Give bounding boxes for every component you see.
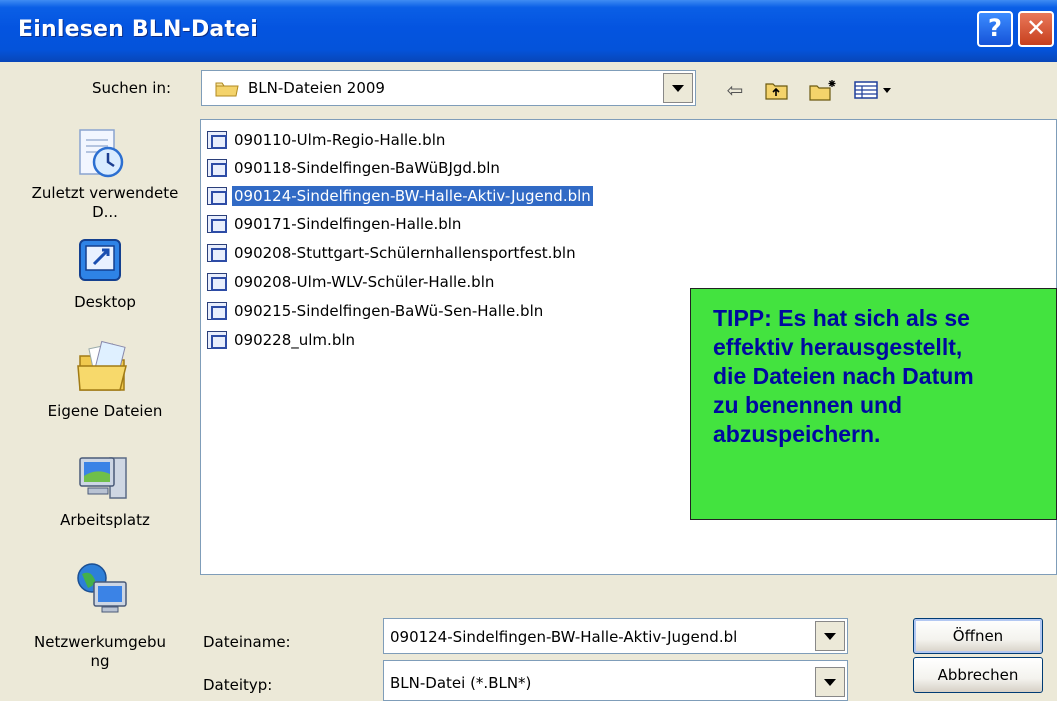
file-item[interactable]: 090110-Ulm-Regio-Halle.bln <box>207 127 447 152</box>
my-computer-icon <box>79 457 127 499</box>
file-item[interactable]: 090215-Sindelfingen-BaWü-Sen-Halle.bln <box>207 298 545 323</box>
my-documents-icon <box>77 340 127 391</box>
title-bar[interactable]: Einlesen BLN-Datei ? ✕ <box>0 0 1057 62</box>
place-my-computer[interactable]: Arbeitsplatz <box>20 511 190 530</box>
folder-new-icon <box>809 80 836 101</box>
tip-line: abzuspeichern. <box>713 421 881 447</box>
folder-up-icon <box>765 83 788 100</box>
file-name: 090110-Ulm-Regio-Halle.bln <box>234 130 446 149</box>
tip-line: effektiv herausgestellt, <box>713 334 963 360</box>
help-button[interactable]: ? <box>977 11 1013 47</box>
views-menu-icon[interactable] <box>852 78 902 102</box>
place-recent[interactable]: Zuletzt verwendete D... <box>20 184 190 222</box>
bln-file-icon <box>207 301 227 320</box>
window-title: Einlesen BLN-Datei <box>18 17 259 42</box>
tip-line: zu benennen und <box>713 392 903 418</box>
bln-file-icon <box>207 186 227 205</box>
file-name: 090118-Sindelfingen-BaWüBJgd.bln <box>234 158 500 177</box>
file-name: 090171-Sindelfingen-Halle.bln <box>234 214 462 233</box>
bln-file-icon <box>207 330 227 349</box>
tip-line: TIPP: Es hat sich als se <box>713 305 970 331</box>
chevron-down-icon[interactable] <box>815 667 845 697</box>
open-button[interactable]: Öffnen <box>913 618 1043 654</box>
tip-line: die Dateien nach Datum <box>713 363 974 389</box>
place-my-documents-label: Eigene Dateien <box>47 402 163 420</box>
place-my-documents[interactable]: Eigene Dateien <box>20 402 190 421</box>
place-desktop[interactable]: Desktop <box>20 293 190 312</box>
view-list-icon <box>854 81 891 99</box>
filetype-combo[interactable]: BLN-Datei (*.BLN*) <box>383 660 848 701</box>
place-network[interactable]: Netzwerkumgebung <box>20 633 180 671</box>
file-item-selected[interactable]: 090124-Sindelfingen-BW-Halle-Aktiv-Jugen… <box>207 183 593 208</box>
tip-callout: TIPP: Es hat sich als se effektiv heraus… <box>690 288 1057 520</box>
lookin-label: Suchen in: <box>92 79 172 97</box>
place-my-computer-label: Arbeitsplatz <box>60 511 150 529</box>
lookin-dropdown[interactable]: BLN-Dateien 2009 <box>201 70 696 106</box>
filetype-value: BLN-Datei (*.BLN*) <box>390 674 532 692</box>
file-name: 090228_ulm.bln <box>234 330 356 349</box>
place-network-label: Netzwerkumgebung <box>34 633 166 670</box>
recent-documents-icon <box>79 129 124 178</box>
bln-file-icon <box>207 130 227 149</box>
filename-combo[interactable]: 090124-Sindelfingen-BW-Halle-Aktiv-Jugen… <box>383 618 848 654</box>
file-item[interactable]: 090118-Sindelfingen-BaWüBJgd.bln <box>207 155 502 180</box>
bln-file-icon <box>207 243 227 262</box>
bln-file-icon <box>207 158 227 177</box>
close-button[interactable]: ✕ <box>1018 11 1054 47</box>
desktop-icon <box>79 239 121 281</box>
chevron-down-icon[interactable] <box>663 73 693 103</box>
file-item[interactable]: 090208-Ulm-WLV-Schüler-Halle.bln <box>207 269 496 294</box>
back-arrow-icon[interactable]: ⇦ <box>722 78 748 102</box>
filetype-label: Dateityp: <box>203 676 273 694</box>
place-recent-label: Zuletzt verwendete D... <box>31 184 179 221</box>
filename-label: Dateiname: <box>203 633 291 651</box>
file-item[interactable]: 090208-Stuttgart-Schülernhallensportfest… <box>207 240 578 265</box>
bln-file-icon <box>207 272 227 291</box>
cancel-button[interactable]: Abbrechen <box>913 657 1043 693</box>
up-folder-icon[interactable] <box>763 78 791 102</box>
file-item[interactable]: 090228_ulm.bln <box>207 327 357 352</box>
file-name: 090215-Sindelfingen-BaWü-Sen-Halle.bln <box>234 301 544 320</box>
chevron-down-icon[interactable] <box>815 621 845 651</box>
file-name: 090208-Stuttgart-Schülernhallensportfest… <box>234 243 576 262</box>
file-name: 090208-Ulm-WLV-Schüler-Halle.bln <box>234 272 495 291</box>
place-desktop-label: Desktop <box>74 293 136 311</box>
new-folder-icon[interactable] <box>808 78 838 102</box>
network-places-icon <box>77 563 127 613</box>
lookin-value: BLN-Dateien 2009 <box>248 79 385 97</box>
filename-input[interactable]: 090124-Sindelfingen-BW-Halle-Aktiv-Jugen… <box>390 628 737 646</box>
bln-file-icon <box>207 214 227 233</box>
file-name: 090124-Sindelfingen-BW-Halle-Aktiv-Jugen… <box>232 185 593 206</box>
folder-icon <box>215 82 239 97</box>
file-item[interactable]: 090171-Sindelfingen-Halle.bln <box>207 211 463 236</box>
